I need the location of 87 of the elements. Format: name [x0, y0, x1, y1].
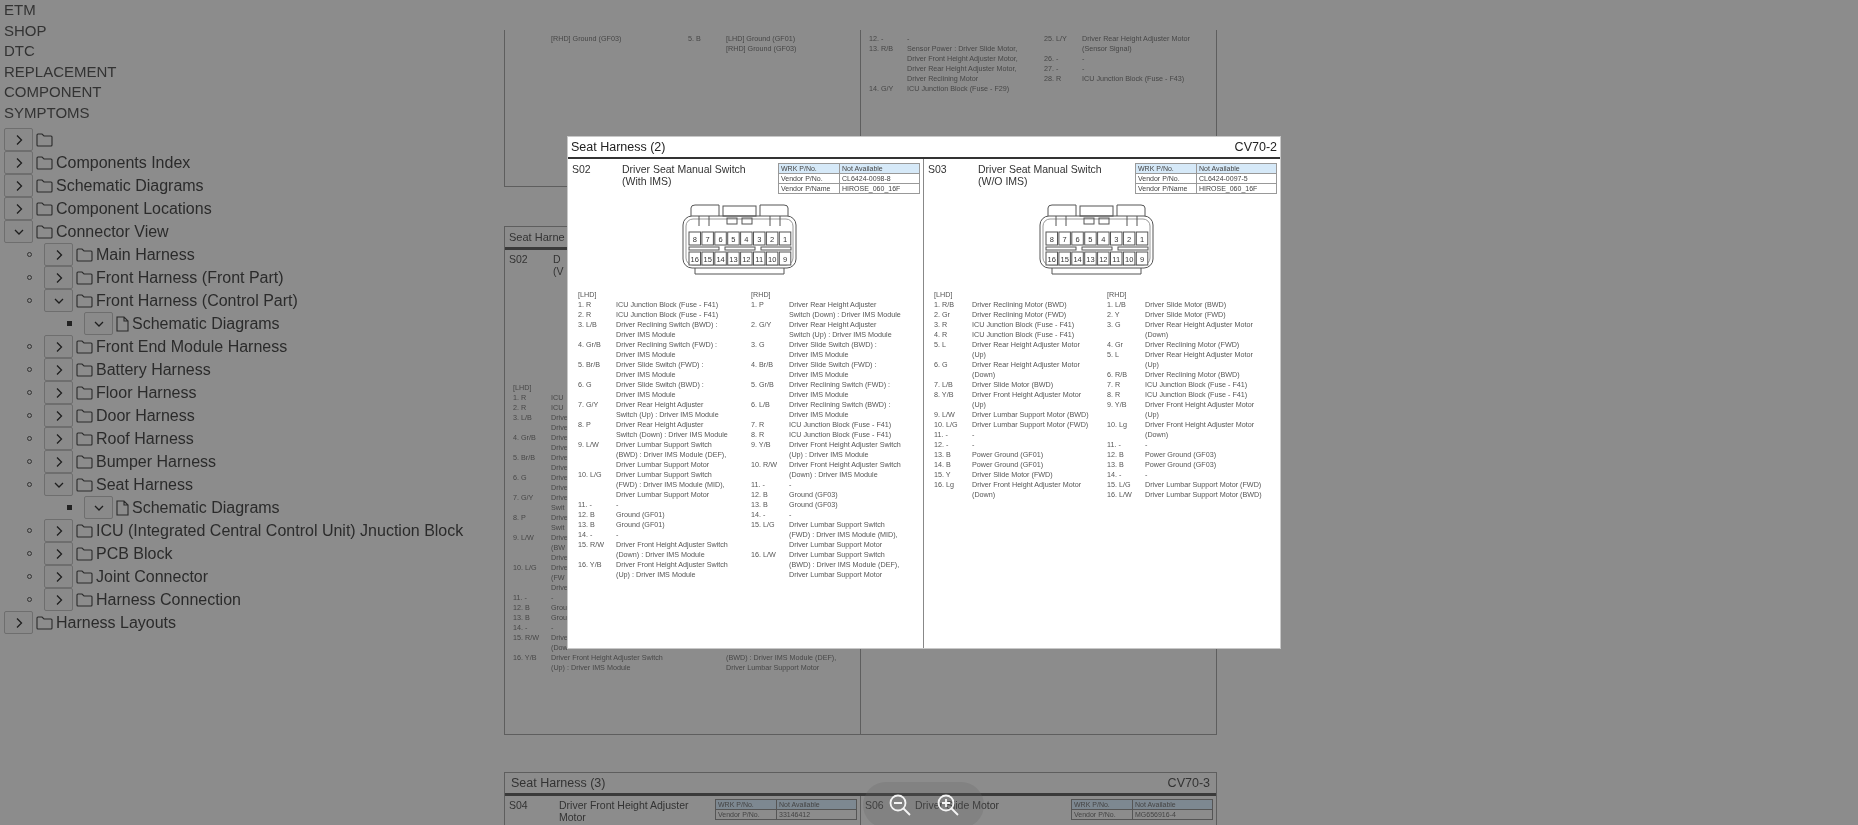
tree-item[interactable]: Bumper Harness: [96, 452, 217, 471]
tree-item[interactable]: Door Harness: [96, 406, 195, 425]
tree-item[interactable]: Joint Connector: [96, 567, 209, 586]
folder-icon: [76, 362, 93, 377]
folder-icon: [36, 132, 53, 147]
tree-item[interactable]: Battery Harness: [96, 360, 211, 379]
expand-toggle[interactable]: [44, 542, 73, 565]
tree-item[interactable]: Component Locations: [56, 199, 212, 218]
expand-toggle[interactable]: [4, 174, 33, 197]
connector-code: S02: [509, 253, 529, 265]
tree-item[interactable]: Seat Harness: [96, 475, 193, 494]
document-icon: [116, 315, 129, 332]
folder-icon: [76, 270, 93, 285]
expand-toggle[interactable]: [44, 381, 73, 404]
tree-item[interactable]: Roof Harness: [96, 429, 194, 448]
tree-item[interactable]: Harness Layouts: [56, 613, 177, 632]
tree-item[interactable]: Front Harness (Control Part): [96, 291, 298, 310]
expand-toggle[interactable]: [44, 404, 73, 427]
connector-title: Driver Seat Manual Switch (With IMS): [622, 163, 746, 187]
folder-icon: [76, 546, 93, 561]
expand-toggle[interactable]: [44, 266, 73, 289]
expand-toggle[interactable]: [44, 427, 73, 450]
tree-item[interactable]: Schematic Diagrams: [132, 498, 280, 517]
expand-toggle[interactable]: [44, 289, 73, 312]
nav-menu-item[interactable]: SHOP: [4, 20, 47, 41]
tree-item[interactable]: Harness Connection: [96, 590, 241, 609]
folder-icon: [76, 523, 93, 538]
connector-code: S06: [865, 799, 885, 811]
connector-title: Driver Front Height Adjuster Motor: [559, 799, 689, 823]
connector-title: Driver Seat Manual Switch (W/O IMS): [978, 163, 1102, 187]
expand-toggle[interactable]: [4, 197, 33, 220]
tree-item[interactable]: Main Harness: [96, 245, 195, 264]
folder-icon: [36, 155, 53, 170]
expand-toggle[interactable]: [44, 473, 73, 496]
expand-toggle[interactable]: [44, 519, 73, 542]
folder-icon: [76, 385, 93, 400]
connector-code: S02: [572, 163, 592, 175]
expand-toggle[interactable]: [44, 358, 73, 381]
tree-item[interactable]: Components Index: [56, 153, 191, 172]
expand-toggle[interactable]: [44, 588, 73, 611]
list-bullet-icon: [67, 505, 72, 510]
folder-icon: [36, 224, 53, 239]
expand-toggle[interactable]: [84, 312, 113, 335]
expand-toggle[interactable]: [84, 496, 113, 519]
page-title: Seat Harne: [509, 231, 565, 243]
folder-icon: [76, 247, 93, 262]
nav-menu-item[interactable]: SYMPTOMS: [4, 102, 90, 123]
expand-toggle[interactable]: [4, 220, 33, 243]
folder-icon: [76, 477, 93, 492]
folder-icon: [76, 431, 93, 446]
folder-icon: [36, 178, 53, 193]
page-code: CV70-3: [1167, 776, 1210, 790]
expand-toggle[interactable]: [44, 335, 73, 358]
tree-item[interactable]: PCB Block: [96, 544, 173, 563]
folder-icon: [76, 569, 93, 584]
connector-title: D (V: [553, 253, 564, 277]
folder-icon: [36, 615, 53, 630]
list-bullet-icon: [67, 321, 72, 326]
tree-item[interactable]: Floor Harness: [96, 383, 197, 402]
expand-toggle[interactable]: [44, 243, 73, 266]
tree-item[interactable]: Front Harness (Front Part): [96, 268, 284, 287]
folder-icon: [36, 201, 53, 216]
dialog-title: Seat Harness (2): [571, 140, 666, 154]
nav-menu-item[interactable]: COMPONENT: [4, 82, 102, 103]
tree-item[interactable]: Connector View: [56, 222, 169, 241]
expand-toggle[interactable]: [44, 450, 73, 473]
expand-toggle[interactable]: [4, 151, 33, 174]
connector-code: S03: [928, 163, 948, 175]
nav-menu-item[interactable]: DTC: [4, 41, 35, 62]
expand-toggle[interactable]: [4, 611, 33, 634]
folder-icon: [76, 592, 93, 607]
document-icon: [116, 499, 129, 516]
expand-toggle[interactable]: [4, 128, 33, 151]
connector-code: S04: [509, 799, 529, 811]
tree-item[interactable]: Schematic Diagrams: [56, 176, 204, 195]
expand-toggle[interactable]: [44, 565, 73, 588]
page-code: CV70-2: [1234, 140, 1277, 154]
folder-icon: [76, 408, 93, 423]
nav-menu-item[interactable]: ETM: [4, 0, 36, 21]
tree-item[interactable]: ICU (Integrated Central Control Unit) Jnuction Block: [96, 521, 464, 540]
tree-item[interactable]: Schematic Diagrams: [132, 314, 280, 333]
folder-icon: [76, 454, 93, 469]
tree-item[interactable]: Front End Module Harness: [96, 337, 288, 356]
page-title: Seat Harness (3): [511, 776, 606, 790]
nav-menu-item[interactable]: REPLACEMENT: [4, 61, 117, 82]
folder-icon: [76, 339, 93, 354]
folder-icon: [76, 293, 93, 308]
